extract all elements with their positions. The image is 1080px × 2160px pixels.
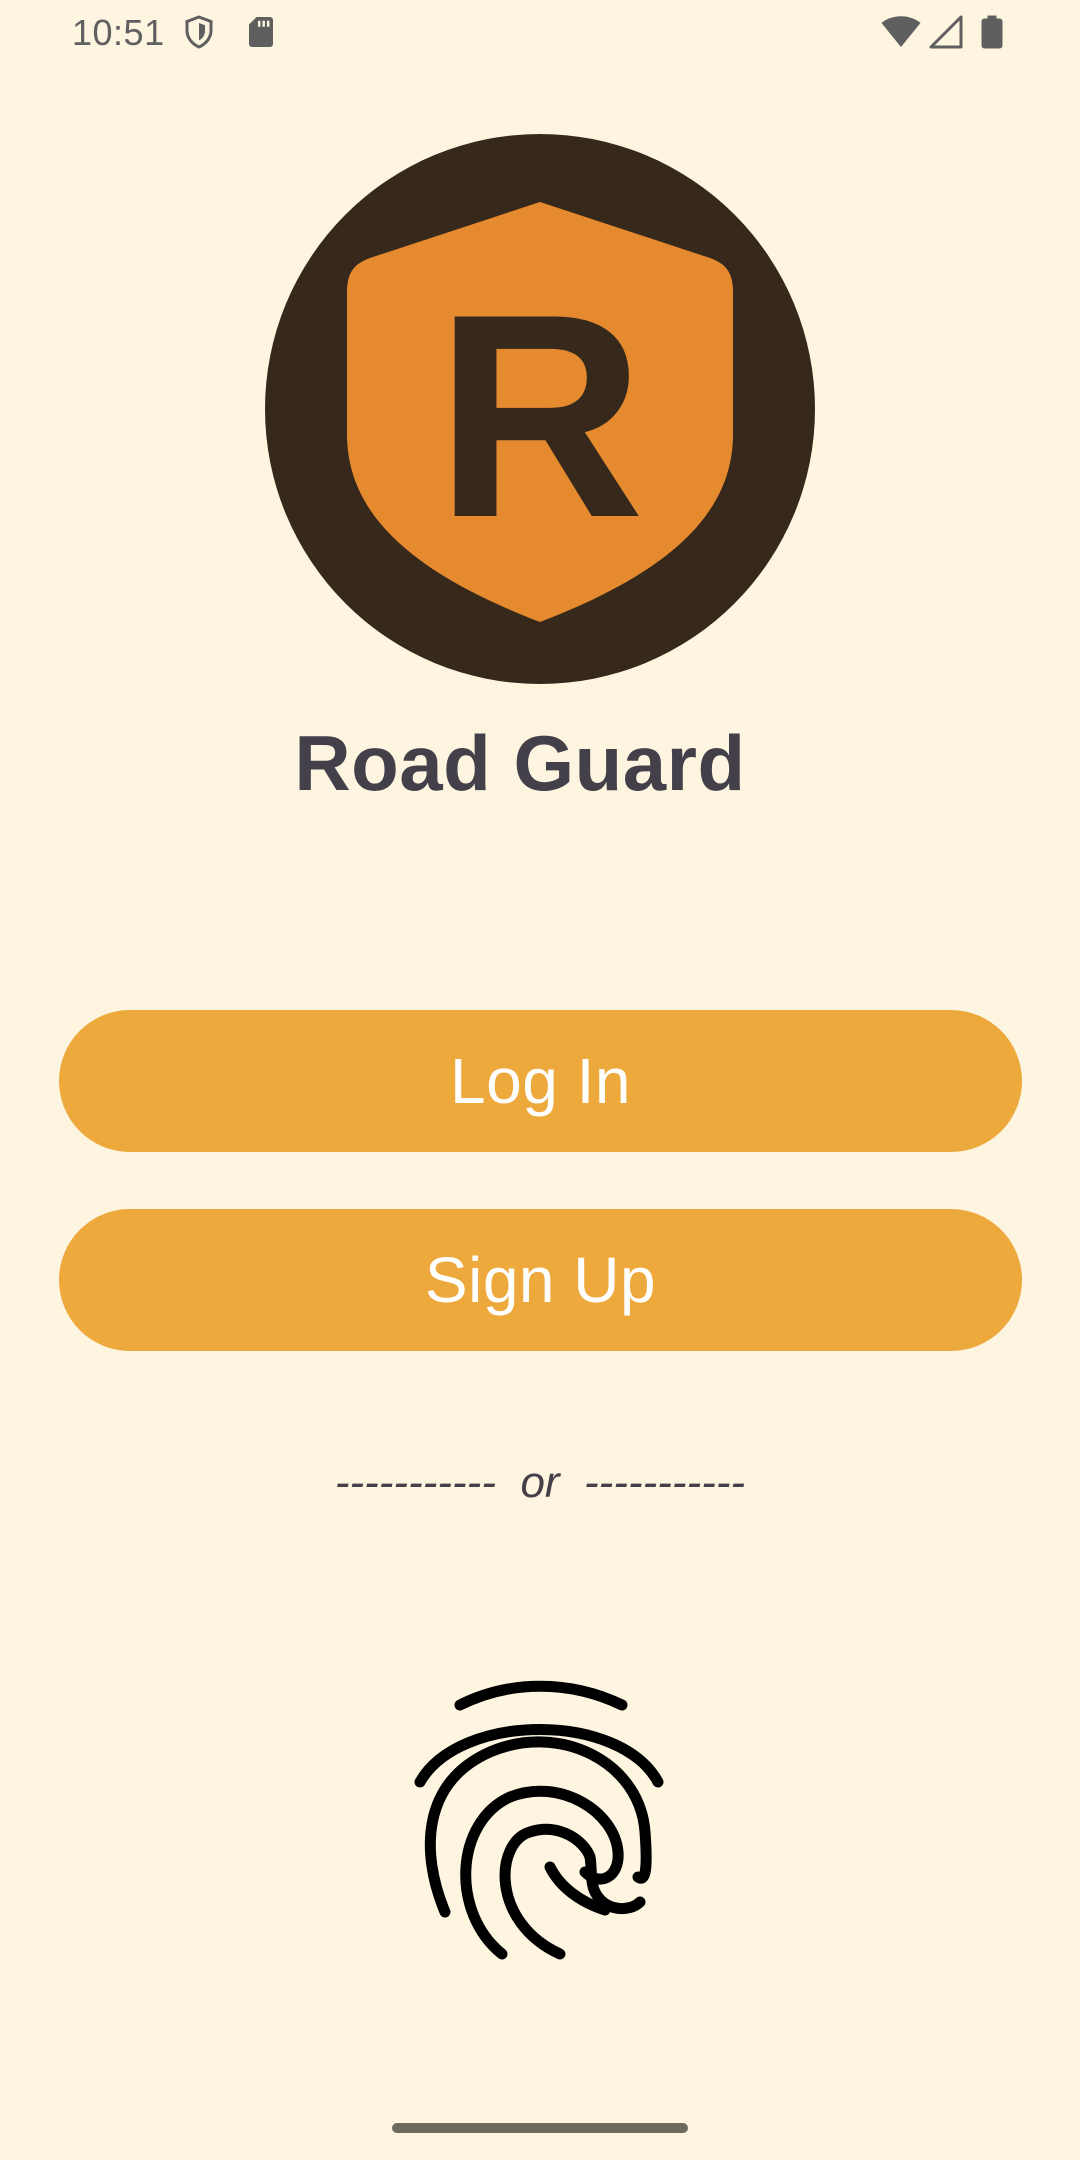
welcome-screen: 10:51 R Road Guard Log In Sign Up ------… bbox=[0, 0, 1080, 2160]
battery-icon bbox=[980, 14, 1004, 50]
shield-icon bbox=[181, 14, 217, 50]
signup-button[interactable]: Sign Up bbox=[59, 1209, 1022, 1351]
status-bar: 10:51 bbox=[0, 0, 1080, 64]
sd-card-icon bbox=[243, 14, 279, 50]
login-button[interactable]: Log In bbox=[59, 1010, 1022, 1152]
fingerprint-icon[interactable] bbox=[410, 1672, 670, 1972]
shield-logo-icon: R bbox=[347, 202, 733, 622]
wifi-icon bbox=[880, 14, 922, 50]
app-logo: R bbox=[265, 134, 815, 684]
or-divider: ----------- or ----------- bbox=[334, 1458, 746, 1507]
logo-letter: R bbox=[435, 254, 644, 578]
status-time: 10:51 bbox=[72, 12, 165, 53]
cell-signal-icon bbox=[928, 14, 964, 50]
app-title: Road Guard bbox=[294, 719, 746, 807]
navigation-handle[interactable] bbox=[392, 2123, 688, 2133]
